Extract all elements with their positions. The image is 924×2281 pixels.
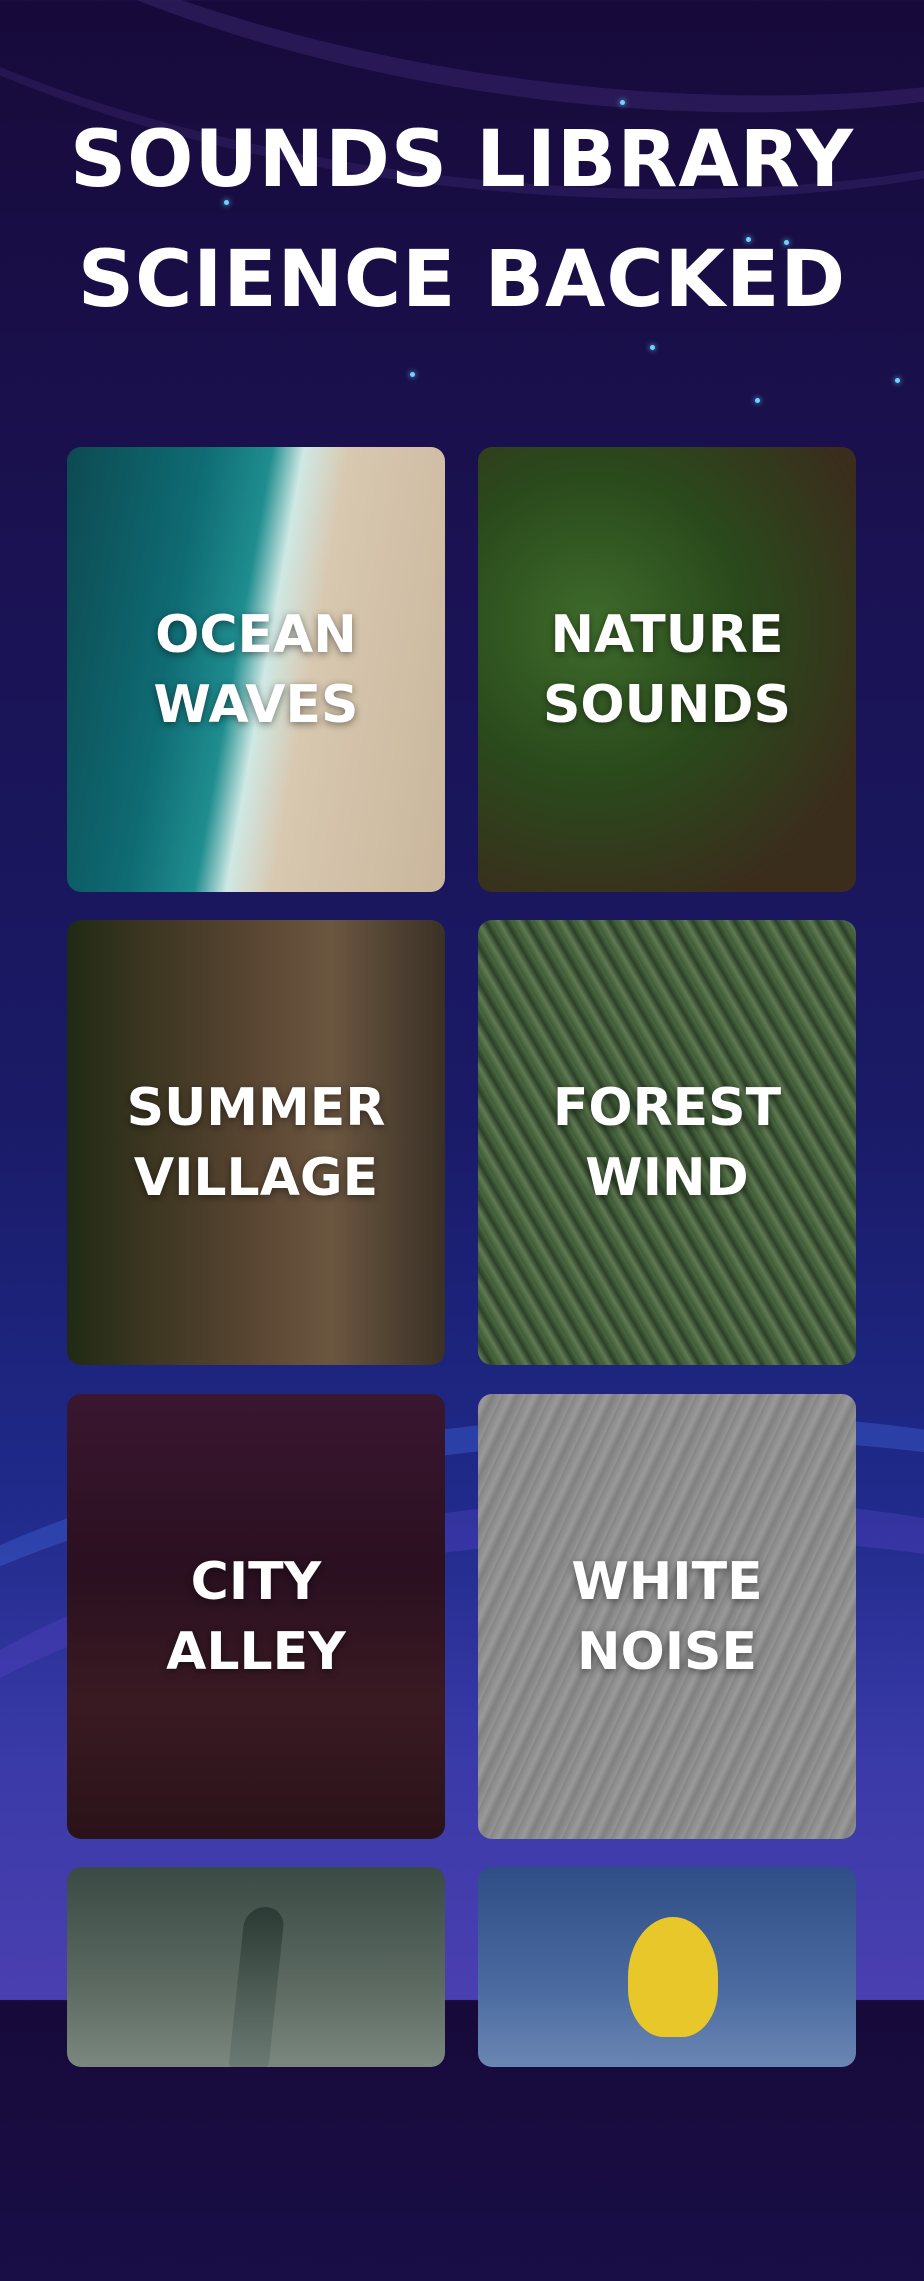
sound-card-city-alley[interactable]: CITY ALLEY xyxy=(67,1394,445,1839)
sound-card-label: WHITE NOISE xyxy=(571,1547,762,1687)
sound-card-label-line2: WAVES xyxy=(153,674,359,735)
sound-card-label-line1: WHITE xyxy=(571,1551,763,1612)
sound-card-label-line1: FOREST xyxy=(552,1077,782,1138)
sound-card-birds[interactable] xyxy=(478,1867,856,2067)
sound-card-label-line1: CITY xyxy=(190,1551,322,1612)
sound-card-label-line2: WIND xyxy=(585,1147,749,1208)
sound-card-storm[interactable] xyxy=(67,1867,445,2067)
sound-card-nature-sounds[interactable]: NATURE SOUNDS xyxy=(478,447,856,892)
sound-card-label-line1: OCEAN xyxy=(155,604,357,665)
bird-image xyxy=(628,1917,718,2037)
star-decor xyxy=(410,372,415,377)
title-line-2: SCIENCE BACKED xyxy=(77,235,847,325)
sound-card-label-line2: NOISE xyxy=(576,1621,758,1682)
sound-card-label: FOREST WIND xyxy=(553,1073,781,1213)
sound-card-label: CITY ALLEY xyxy=(166,1547,346,1687)
sound-card-forest-wind[interactable]: FOREST WIND xyxy=(478,920,856,1365)
star-decor xyxy=(650,345,655,350)
sound-card-label: SUMMER VILLAGE xyxy=(127,1073,386,1213)
star-decor xyxy=(755,398,760,403)
sound-card-label: OCEAN WAVES xyxy=(154,600,359,740)
sound-card-ocean-waves[interactable]: OCEAN WAVES xyxy=(67,447,445,892)
title-line-1: SOUNDS LIBRARY xyxy=(69,115,855,205)
sound-card-summer-village[interactable]: SUMMER VILLAGE xyxy=(67,920,445,1365)
tornado-image xyxy=(228,1907,286,2067)
sound-card-label-line2: SOUNDS xyxy=(542,674,791,735)
sound-card-label-line2: VILLAGE xyxy=(133,1147,379,1208)
star-decor xyxy=(895,378,900,383)
page-title: SOUNDS LIBRARY SCIENCE BACKED xyxy=(0,100,924,340)
sound-card-label: NATURE SOUNDS xyxy=(543,600,791,740)
sound-card-label-line1: SUMMER xyxy=(126,1077,386,1138)
sound-card-label-line1: NATURE xyxy=(550,604,784,665)
sound-card-white-noise[interactable]: WHITE NOISE xyxy=(478,1394,856,1839)
sound-card-label-line2: ALLEY xyxy=(166,1621,346,1682)
